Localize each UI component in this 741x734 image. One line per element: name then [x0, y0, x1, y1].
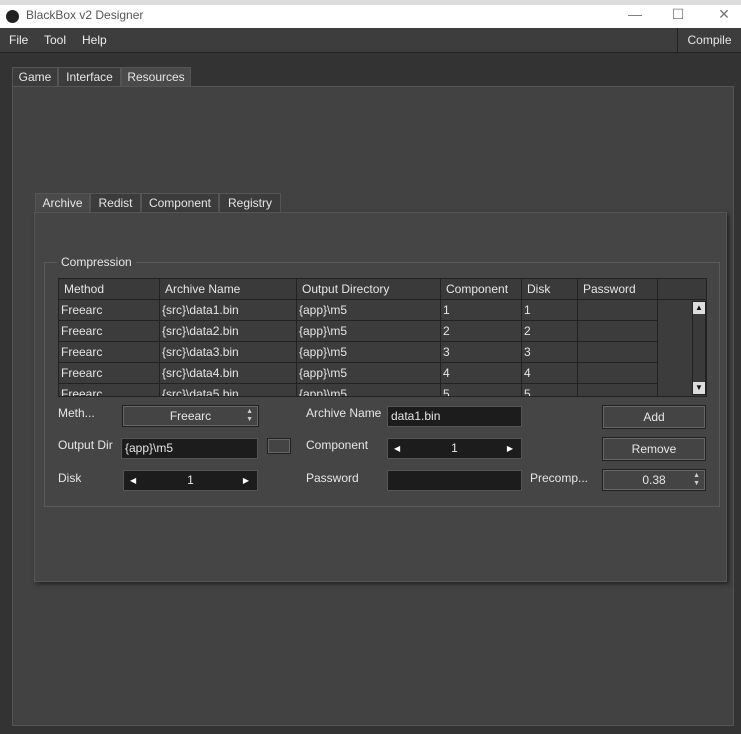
table-cell-archive-name[interactable]: {src}\data5.bin [160, 384, 297, 396]
column-header-password[interactable]: Password [578, 279, 658, 300]
title-bar: BlackBox v2 Designer — ☐ ✕ [0, 5, 741, 28]
increment-icon[interactable]: ▶ [507, 439, 513, 458]
archive-name-input[interactable]: data1.bin [387, 406, 522, 427]
password-label: Password [306, 471, 359, 485]
table-cell-password[interactable] [578, 363, 658, 384]
table-cell-method[interactable]: Freearc [59, 342, 160, 363]
disk-spinner[interactable]: ◀ 1 ▶ [123, 470, 258, 491]
password-input[interactable] [387, 470, 522, 491]
tab-interface[interactable]: Interface [58, 67, 121, 87]
column-header-component[interactable]: Component [441, 279, 522, 300]
menu-bar: File Tool Help Compile [0, 28, 741, 53]
precomp-label: Precomp... [530, 471, 589, 485]
output-dir-label: Output Dir [58, 438, 113, 452]
decrement-icon[interactable]: ◀ [130, 471, 136, 490]
table-cell-component[interactable]: 2 [441, 321, 522, 342]
menu-help[interactable]: Help [82, 33, 107, 47]
table-cell-archive-name[interactable]: {src}\data2.bin [160, 321, 297, 342]
close-button[interactable]: ✕ [709, 6, 739, 23]
output-dir-input[interactable]: {app}\m5 [121, 438, 258, 459]
table-cell-disk[interactable]: 2 [522, 321, 578, 342]
column-header-spacer [658, 279, 706, 300]
table-cell-method[interactable]: Freearc [59, 384, 160, 396]
column-header-disk[interactable]: Disk [522, 279, 578, 300]
add-button[interactable]: Add [602, 405, 706, 429]
method-label: Meth... [58, 406, 95, 420]
window-title: BlackBox v2 Designer [26, 8, 144, 22]
archive-name-label: Archive Name [306, 406, 382, 420]
compile-button[interactable]: Compile [677, 28, 741, 53]
precomp-value: 0.38 [642, 473, 666, 487]
table-cell-component[interactable]: 4 [441, 363, 522, 384]
menu-file[interactable]: File [9, 33, 28, 47]
tab-archive[interactable]: Archive [35, 193, 90, 213]
table-cell-archive-name[interactable]: {src}\data1.bin [160, 300, 297, 321]
table-cell-component[interactable]: 1 [441, 300, 522, 321]
remove-button[interactable]: Remove [602, 437, 706, 461]
menu-tool[interactable]: Tool [44, 33, 66, 47]
column-header-output-directory[interactable]: Output Directory [297, 279, 441, 300]
table-cell-password[interactable] [578, 384, 658, 396]
minimize-button[interactable]: — [620, 6, 650, 22]
table-scrollbar[interactable]: ▲ ▼ [692, 301, 706, 395]
disk-label: Disk [58, 471, 82, 485]
table-cell-archive-name[interactable]: {src}\data4.bin [160, 363, 297, 384]
tab-component[interactable]: Component [141, 193, 219, 213]
updown-icon: ▲ ▼ [246, 408, 253, 423]
scroll-up-icon[interactable]: ▲ [693, 302, 705, 314]
compression-group-title: Compression [57, 255, 136, 269]
tab-resources[interactable]: Resources [121, 67, 191, 87]
table-cell-method[interactable]: Freearc [59, 363, 160, 384]
method-combo[interactable]: Freearc ▲ ▼ [122, 405, 259, 427]
table-cell-output-directory[interactable]: {app}\m5 [297, 321, 441, 342]
maximize-button[interactable]: ☐ [663, 6, 693, 23]
table-cell-password[interactable] [578, 342, 658, 363]
table-cell-method[interactable]: Freearc [59, 300, 160, 321]
table-cell-output-directory[interactable]: {app}\m5 [297, 384, 441, 396]
precomp-spinner[interactable]: 0.38 ▲ ▼ [602, 469, 706, 491]
disk-value: 1 [187, 473, 194, 487]
browse-button[interactable] [267, 438, 291, 454]
table-cell-disk[interactable]: 5 [522, 384, 578, 396]
table-cell-output-directory[interactable]: {app}\m5 [297, 363, 441, 384]
table-cell-disk[interactable]: 3 [522, 342, 578, 363]
method-value: Freearc [169, 409, 212, 423]
updown-icon[interactable]: ▲ ▼ [693, 472, 700, 488]
table-cell-output-directory[interactable]: {app}\m5 [297, 342, 441, 363]
table-cell-password[interactable] [578, 321, 658, 342]
component-value: 1 [451, 441, 458, 455]
column-header-archive-name[interactable]: Archive Name [160, 279, 297, 300]
table-cell-disk[interactable]: 4 [522, 363, 578, 384]
scroll-down-icon[interactable]: ▼ [693, 382, 705, 394]
table-cell-archive-name[interactable]: {src}\data3.bin [160, 342, 297, 363]
increment-icon[interactable]: ▶ [243, 471, 249, 490]
column-header-method[interactable]: Method [59, 279, 160, 300]
decrement-icon[interactable]: ◀ [394, 439, 400, 458]
table-cell-method[interactable]: Freearc [59, 321, 160, 342]
table-cell-output-directory[interactable]: {app}\m5 [297, 300, 441, 321]
tab-registry[interactable]: Registry [219, 193, 281, 213]
table-cell-password[interactable] [578, 300, 658, 321]
tab-game[interactable]: Game [12, 67, 58, 87]
archive-table[interactable]: Method Archive Name Output Directory Compon… [58, 278, 707, 397]
table-cell-component[interactable]: 5 [441, 384, 522, 396]
tab-redist[interactable]: Redist [90, 193, 141, 213]
table-cell-component[interactable]: 3 [441, 342, 522, 363]
component-spinner[interactable]: ◀ 1 ▶ [387, 438, 522, 459]
app-icon [6, 10, 19, 23]
table-cell-disk[interactable]: 1 [522, 300, 578, 321]
component-label: Component [306, 438, 369, 452]
